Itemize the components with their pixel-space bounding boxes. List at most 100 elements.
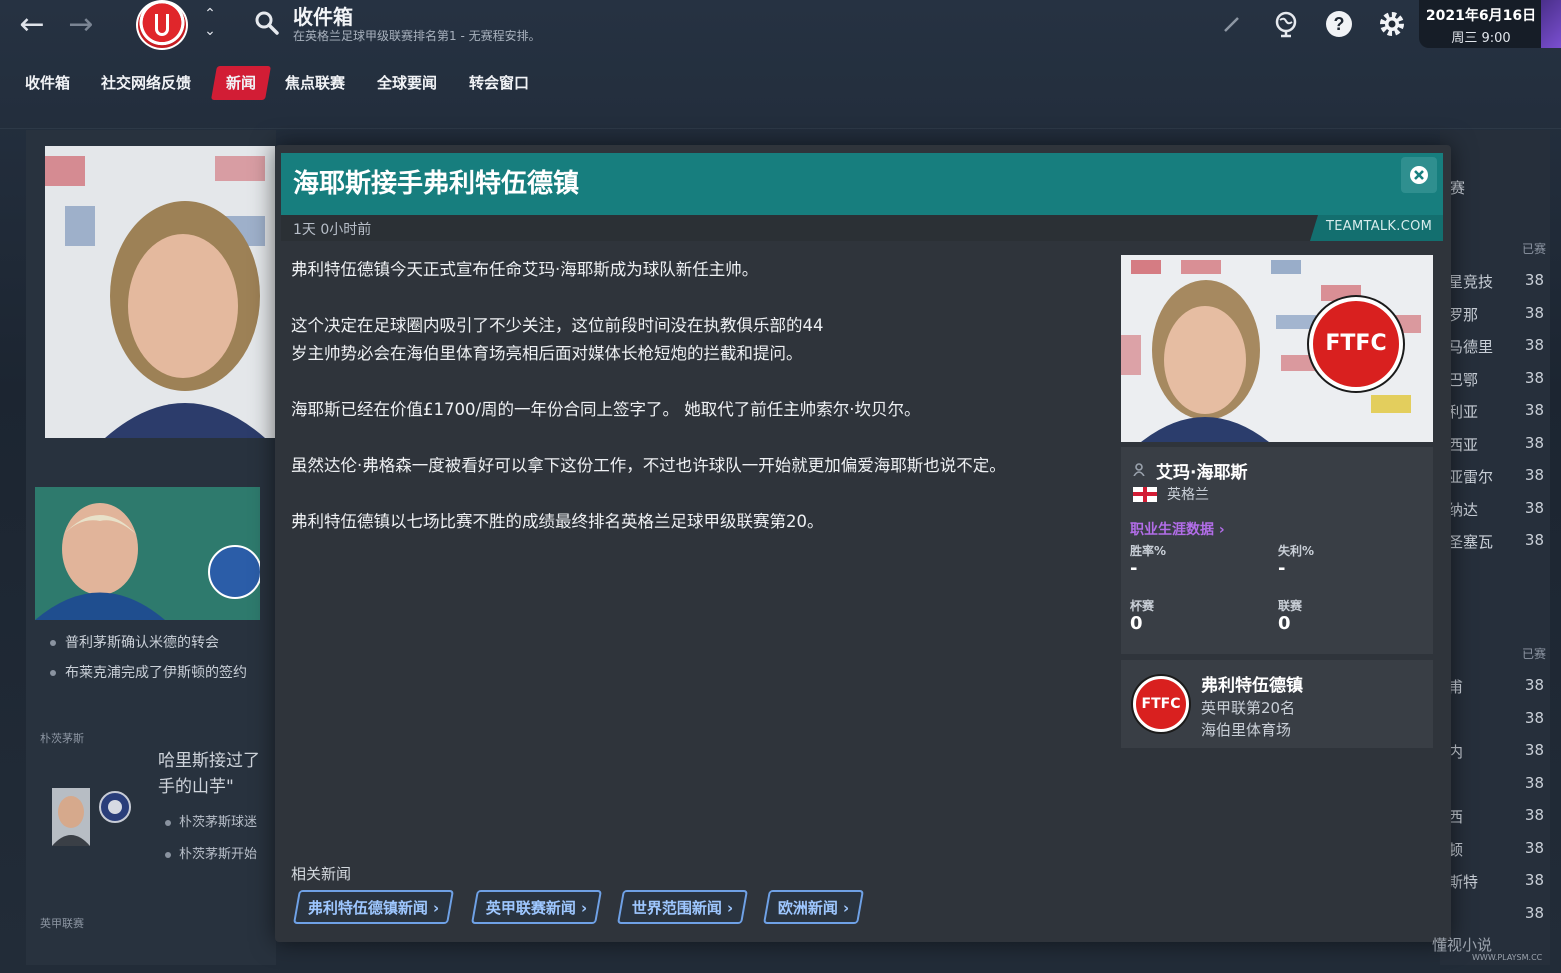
table-row[interactable]: 巴鄂 38	[1448, 363, 1558, 395]
related-europe-news-button[interactable]: 欧洲新闻 ›	[763, 890, 865, 924]
table-played: 38	[1524, 271, 1544, 289]
club-switcher-icon[interactable]: ⌃ ⌄	[200, 6, 220, 44]
watermark-url: WWW.PLAYSM.CC	[1472, 953, 1543, 962]
table-row[interactable]: 斯特 38	[1448, 865, 1558, 897]
table-team-name: 星竞技	[1448, 273, 1494, 291]
table-row[interactable]: 38	[1448, 898, 1558, 930]
person-icon	[1133, 463, 1145, 476]
related-league-news-button[interactable]: 英甲联赛新闻 ›	[471, 890, 603, 924]
related-club-news-button[interactable]: 弗利特伍德镇新闻 ›	[293, 890, 455, 924]
help-icon[interactable]: ?	[1324, 9, 1354, 39]
table-row[interactable]: 38	[1448, 768, 1558, 800]
career-stats-link[interactable]: 职业生涯数据 ›	[1130, 519, 1225, 539]
news-item-1[interactable]: 普利茅斯确认米德的转会	[50, 632, 219, 652]
tab-focus-league[interactable]: 焦点联赛	[285, 66, 345, 100]
fleetwood-badge-icon: FTFC	[1309, 297, 1403, 391]
manager-name[interactable]: 艾玛·海耶斯	[1156, 458, 1247, 483]
club-crest-icon[interactable]	[136, 0, 188, 50]
table-played: 38	[1524, 741, 1544, 759]
svg-text:?: ?	[1334, 14, 1345, 34]
related-world-news-button[interactable]: 世界范围新闻 ›	[617, 890, 749, 924]
table-team-name: 马德里	[1448, 338, 1494, 356]
manager-portrait-image	[45, 146, 275, 438]
news-headline[interactable]: 哈里斯接过了手的山芋"	[158, 748, 276, 800]
table-played: 38	[1524, 498, 1544, 517]
article-title: 海耶斯接手弗利特伍德镇	[293, 169, 580, 199]
globe-icon[interactable]	[1271, 9, 1301, 39]
watermark: 懂视小说	[1432, 936, 1493, 954]
club-league-position: 英甲联第20名	[1201, 699, 1296, 717]
table-team-name: 亚雷尔	[1448, 468, 1494, 486]
article-paragraph-3: 海耶斯已经在价值£1700/周的一年份合同上签字了。 她取代了前任主帅索尔·坎贝…	[291, 400, 921, 419]
club-name[interactable]: 弗利特伍德镇	[1201, 671, 1303, 696]
news-photo-player[interactable]	[35, 487, 260, 620]
table-played: 38	[1524, 806, 1544, 824]
club-stadium: 海伯里体育场	[1201, 721, 1292, 739]
related-europe-news-label: 欧洲新闻 ›	[777, 899, 850, 917]
table-row[interactable]: 内 38	[1448, 735, 1558, 767]
table-played: 38	[1524, 531, 1544, 549]
article-source: TEAMTALK.COM	[1326, 219, 1433, 234]
table-col-played-2: 已赛	[1522, 647, 1547, 661]
pencil-icon[interactable]	[1217, 9, 1247, 39]
table-row[interactable]: 西 38	[1448, 800, 1558, 832]
search-icon[interactable]	[254, 10, 280, 36]
table-played: 38	[1524, 676, 1544, 694]
table-row[interactable]: 马德里 38	[1448, 330, 1558, 362]
table-row[interactable]: 罗那 38	[1448, 298, 1558, 330]
table-row[interactable]: 纳达 38	[1448, 493, 1558, 525]
win-rate-value: -	[1130, 558, 1138, 579]
forward-arrow-icon[interactable]: →	[64, 8, 98, 42]
table-played: 38	[1524, 368, 1544, 387]
table-row[interactable]: 利亚 38	[1448, 395, 1558, 427]
divider	[0, 128, 1561, 129]
table-played: 38	[1524, 871, 1544, 889]
table-team-name: 罗那	[1448, 305, 1479, 324]
news-sub-item-1[interactable]: 朴茨茅斯球迷	[165, 811, 257, 830]
article-meta-bar	[281, 215, 1443, 241]
date-time-button[interactable]: 2021年6月16日 周三 9:00	[1419, 0, 1543, 48]
article-paragraph-5: 弗利特伍德镇以七场比赛不胜的成绩最终排名英格兰足球甲级联赛第20。	[291, 512, 824, 531]
table-team-name: 西亚	[1448, 435, 1479, 454]
loss-rate-value: -	[1278, 558, 1286, 579]
tab-inbox[interactable]: 收件箱	[25, 66, 70, 100]
news-sub-item-2[interactable]: 朴茨茅斯开始	[165, 843, 257, 862]
england-flag-icon	[1133, 487, 1157, 502]
table-played: 38	[1524, 303, 1544, 322]
table-row[interactable]: 亚雷尔 38	[1448, 460, 1558, 492]
table-row[interactable]: 甫 38	[1448, 670, 1558, 702]
win-rate-label: 胜率%	[1130, 544, 1167, 558]
tab-news[interactable]: 新闻	[211, 66, 272, 100]
article-paragraph-4: 虽然达伦·弗格森一度被看好可以拿下这份工作，不过也许球队一开始就更加偏爱海耶斯也…	[291, 456, 1006, 475]
cup-label: 杯赛	[1130, 599, 1155, 613]
cup-value: 0	[1130, 613, 1143, 634]
tab-world-news[interactable]: 全球要闻	[377, 66, 437, 100]
table-row[interactable]: 星竞技 38	[1448, 265, 1558, 297]
table-row[interactable]: 圣塞瓦 38	[1448, 525, 1558, 557]
close-button[interactable]	[1401, 157, 1437, 193]
table-played: 38	[1524, 433, 1544, 452]
club-badge-small-icon: FTFC	[1133, 676, 1189, 732]
gear-icon[interactable]	[1377, 9, 1407, 39]
tab-social-feedback[interactable]: 社交网络反馈	[101, 66, 191, 100]
tab-transfer-window[interactable]: 转会窗口	[469, 66, 529, 100]
news-photo-manager[interactable]	[45, 146, 275, 438]
news-section-label: 朴茨茅斯	[40, 732, 84, 745]
tab-news-label: 新闻	[226, 74, 257, 92]
table-played: 38	[1524, 773, 1544, 792]
club-badge-icon	[99, 791, 131, 823]
table-team-name: 利亚	[1448, 403, 1479, 421]
page-title: 收件箱	[293, 5, 353, 29]
current-time: 周三 9:00	[1451, 31, 1511, 46]
league-label: 联赛	[1278, 599, 1303, 613]
table-row[interactable]: 38	[1448, 703, 1558, 735]
table-row[interactable]: 西亚 38	[1448, 428, 1558, 460]
continue-button[interactable]	[1541, 0, 1561, 48]
back-arrow-icon[interactable]: ←	[15, 8, 49, 42]
table-row[interactable]: 顿 38	[1448, 833, 1558, 865]
table-team-name: 巴鄂	[1448, 370, 1479, 389]
related-world-news-label: 世界范围新闻 ›	[631, 899, 734, 917]
table-played: 38	[1524, 336, 1544, 354]
player-portrait-image	[35, 487, 260, 620]
news-item-2[interactable]: 布莱克浦完成了伊斯顿的签约	[50, 662, 247, 682]
